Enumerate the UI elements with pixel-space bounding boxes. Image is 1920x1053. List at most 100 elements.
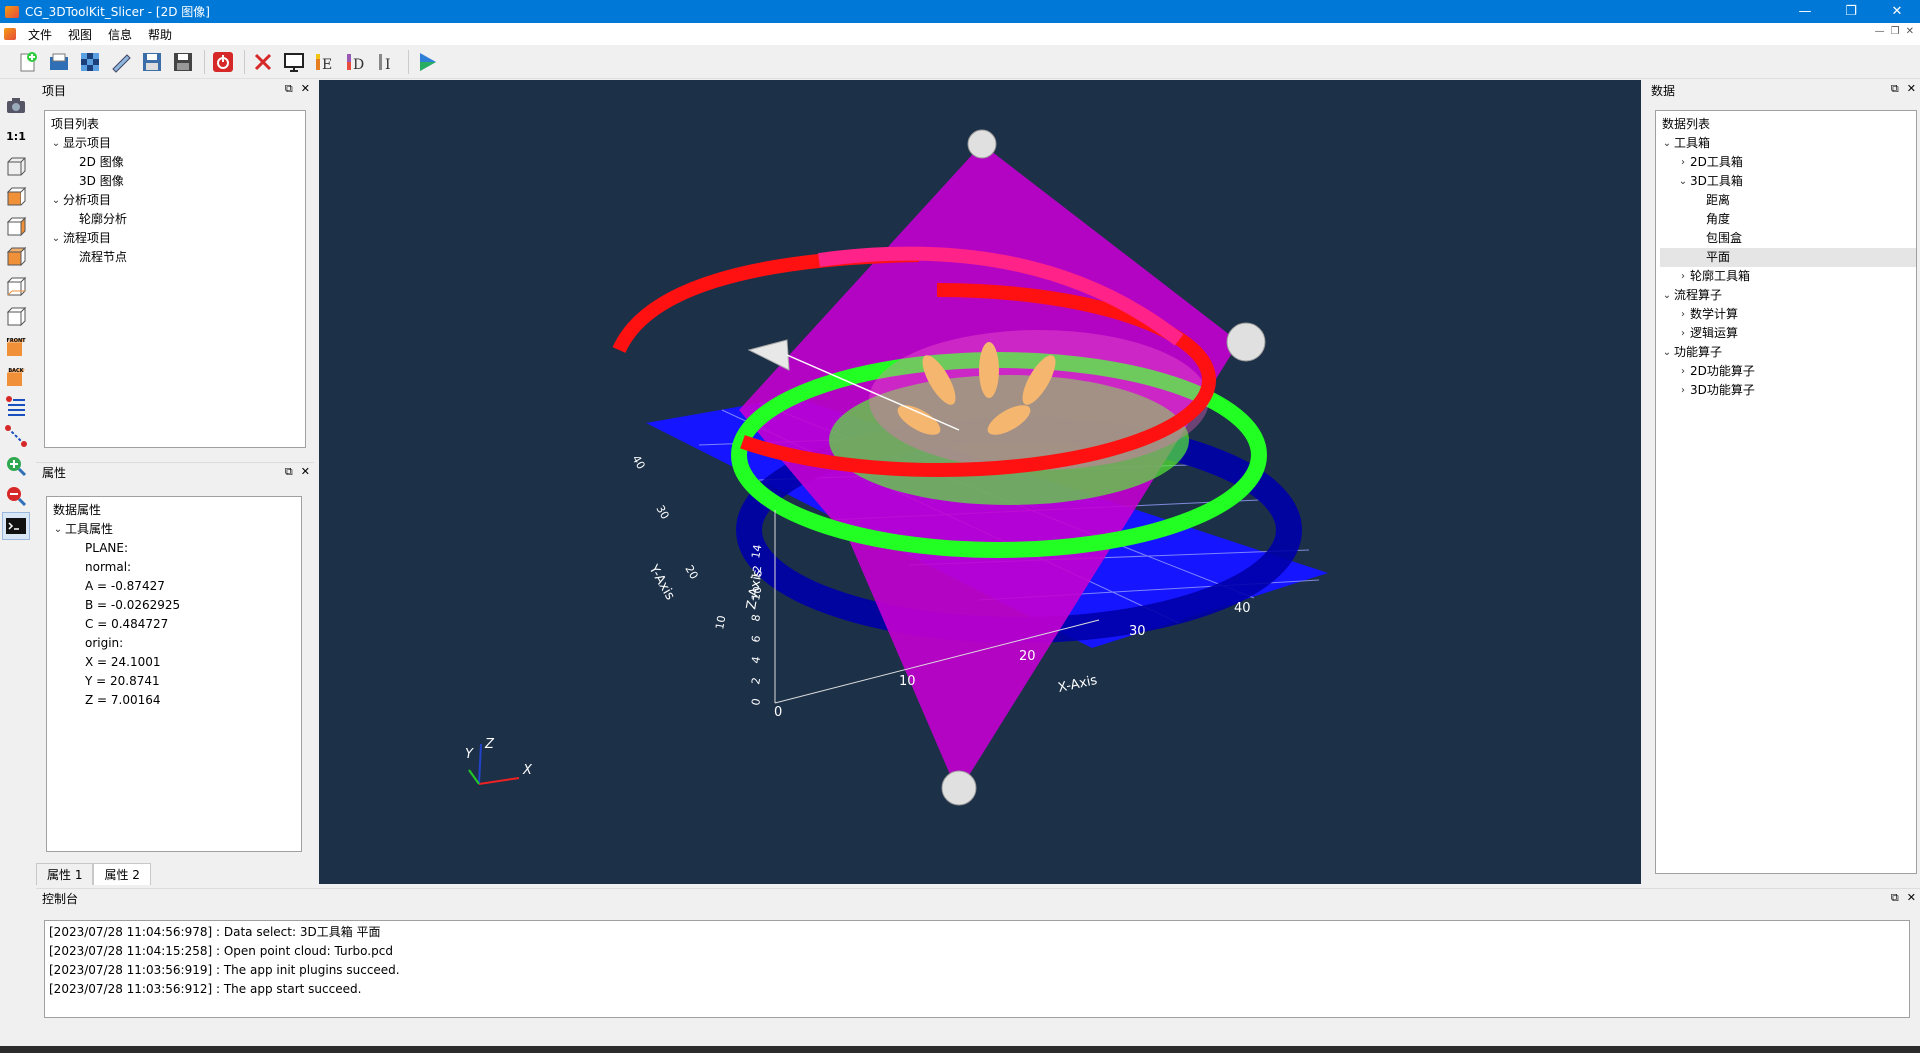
cube-side-icon[interactable] (2, 212, 30, 240)
menu-view[interactable]: 视图 (60, 26, 100, 43)
chevron-right-icon[interactable]: › (1676, 362, 1690, 381)
camera-icon[interactable] (2, 92, 30, 120)
terminal-icon[interactable] (2, 512, 30, 540)
chevron-right-icon[interactable]: › (1676, 153, 1690, 172)
mdi-restore-button[interactable]: ❐ (1891, 26, 1900, 37)
chevron-right-icon[interactable]: › (1676, 267, 1690, 286)
viewport-scene[interactable]: Z-Axis X-Axis Y-Axis 0 10 20 30 40 10 20… (319, 80, 1641, 884)
screen-icon[interactable] (280, 48, 308, 76)
run-icon[interactable] (413, 48, 441, 76)
menu-info[interactable]: 信息 (100, 26, 140, 43)
chevron-right-icon[interactable]: › (1676, 324, 1690, 343)
d-icon[interactable]: D (342, 48, 370, 76)
chevron-right-icon[interactable]: › (1676, 381, 1690, 400)
tree-item[interactable]: › 2D工具箱 (1660, 153, 1916, 172)
cube-wireframe-icon[interactable] (2, 152, 30, 180)
tree-item[interactable]: 3D 图像 (49, 172, 305, 191)
back-view-icon[interactable]: BACK (2, 362, 30, 390)
tree-item[interactable]: › 3D功能算子 (1660, 381, 1916, 400)
tree-item[interactable]: › 逻辑运算 (1660, 324, 1916, 343)
console-output[interactable]: [2023/07/28 11:04:56:978] : Data select:… (44, 920, 1910, 1018)
e-icon[interactable]: E (311, 48, 339, 76)
tree-item[interactable]: 平面 (1660, 248, 1916, 267)
cube-back-icon[interactable] (2, 302, 30, 330)
list-icon[interactable] (2, 392, 30, 420)
tree-item-label: 3D功能算子 (1690, 383, 1755, 397)
chevron-down-icon[interactable]: ⌄ (49, 134, 63, 153)
tree-item[interactable]: 距离 (1660, 191, 1916, 210)
minimize-button[interactable]: — (1782, 0, 1828, 23)
tree-item[interactable]: ⌄ 流程算子 (1660, 286, 1916, 305)
tree-item-label: 数学计算 (1690, 307, 1739, 321)
close-icon[interactable]: ✕ (301, 465, 310, 479)
cube-top-icon[interactable] (2, 182, 30, 210)
chevron-down-icon[interactable]: ⌄ (1676, 172, 1690, 191)
ratio-button[interactable]: 1:1 (2, 122, 30, 150)
tree-item[interactable]: ⌄ 流程项目 (49, 229, 305, 248)
tree-item-label: 3D工具箱 (1690, 174, 1743, 188)
menu-file[interactable]: 文件 (20, 26, 60, 43)
tree-item[interactable]: ⌄ 分析项目 (49, 191, 305, 210)
orientation-widget: X Z Y (465, 737, 533, 785)
close-icon[interactable]: ✕ (301, 82, 310, 96)
tree-item[interactable]: ⌄ 功能算子 (1660, 343, 1916, 362)
tree-item[interactable]: › 2D功能算子 (1660, 362, 1916, 381)
new-file-icon[interactable] (14, 48, 42, 76)
float-icon[interactable]: ⧉ (285, 465, 293, 479)
save-icon[interactable] (138, 48, 166, 76)
tree-item[interactable]: 轮廓分析 (49, 210, 305, 229)
app-icon (5, 5, 19, 18)
close-icon[interactable]: ✕ (1907, 891, 1916, 905)
maximize-button[interactable]: ❐ (1828, 0, 1874, 23)
float-icon[interactable]: ⧉ (1891, 891, 1899, 905)
tab-property-1[interactable]: 属性 1 (36, 863, 94, 885)
tab-property-2[interactable]: 属性 2 (93, 863, 151, 885)
tree-item[interactable]: 角度 (1660, 210, 1916, 229)
i-icon[interactable]: I (373, 48, 401, 76)
tree-item[interactable]: 流程节点 (49, 248, 305, 267)
close-button[interactable]: ✕ (1874, 0, 1920, 23)
zoom-out-icon[interactable] (2, 482, 30, 510)
tool-property-label: 工具属性 (65, 522, 114, 536)
3d-viewport[interactable]: Z-Axis X-Axis Y-Axis 0 10 20 30 40 10 20… (319, 80, 1641, 884)
delete-icon[interactable] (249, 48, 277, 76)
normal-arrow[interactable] (747, 339, 790, 371)
chevron-down-icon[interactable]: ⌄ (1660, 286, 1674, 305)
tree-item-label: 流程节点 (79, 250, 128, 264)
tree-item[interactable]: › 轮廓工具箱 (1660, 267, 1916, 286)
float-icon[interactable]: ⧉ (1891, 82, 1899, 96)
open-file-icon[interactable] (45, 48, 73, 76)
menu-help[interactable]: 帮助 (140, 26, 180, 43)
chevron-down-icon[interactable]: ⌄ (1660, 134, 1674, 153)
tree-item[interactable]: › 数学计算 (1660, 305, 1916, 324)
z-tick: 2 (749, 676, 763, 685)
tree-item-label: 功能算子 (1674, 345, 1723, 359)
save-as-icon[interactable] (169, 48, 197, 76)
property-line: X = 24.1001 (85, 655, 161, 669)
chevron-right-icon[interactable]: › (1676, 305, 1690, 324)
chevron-down-icon[interactable]: ⌄ (49, 191, 63, 210)
tree-item[interactable]: ⌄ 工具箱 (1660, 134, 1916, 153)
y-tick: 10 (713, 614, 728, 630)
close-icon[interactable]: ✕ (1907, 82, 1916, 96)
cube-bottom-icon[interactable] (2, 272, 30, 300)
property-line: Z = 7.00164 (85, 693, 161, 707)
mdi-close-button[interactable]: ✕ (1906, 26, 1914, 37)
tree-item[interactable]: ⌄ 3D工具箱 (1660, 172, 1916, 191)
chevron-down-icon[interactable]: ⌄ (1660, 343, 1674, 362)
power-icon[interactable] (209, 48, 237, 76)
chevron-down-icon[interactable]: ⌄ (49, 229, 63, 248)
zoom-in-icon[interactable] (2, 452, 30, 480)
cube-front-icon[interactable] (2, 242, 30, 270)
tree-group[interactable]: ⌄ 工具属性 (51, 520, 301, 539)
mdi-minimize-button[interactable]: — (1875, 26, 1885, 37)
tree-item[interactable]: 包围盒 (1660, 229, 1916, 248)
data-dock-title: 数据 (1651, 83, 1676, 98)
line-points-icon[interactable] (2, 422, 30, 450)
front-view-icon[interactable]: FRONT (2, 332, 30, 360)
tree-item[interactable]: 2D 图像 (49, 153, 305, 172)
tree-item[interactable]: ⌄ 显示项目 (49, 134, 305, 153)
float-icon[interactable]: ⧉ (285, 82, 293, 96)
checker-icon[interactable] (76, 48, 104, 76)
edit-icon[interactable] (107, 48, 135, 76)
